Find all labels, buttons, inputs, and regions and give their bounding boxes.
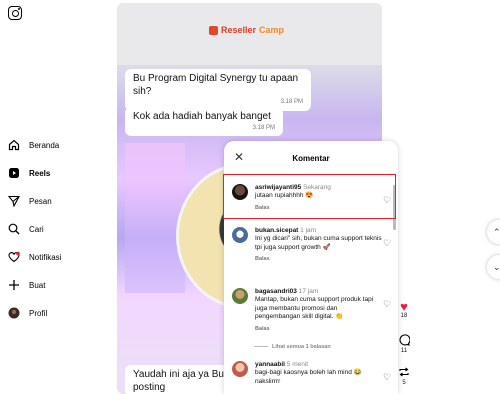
- like-count: 18: [400, 313, 408, 319]
- sidebar-item-buat[interactable]: Buat: [8, 276, 45, 294]
- sidebar-item-cari[interactable]: Cari: [8, 220, 44, 238]
- send-icon: [8, 195, 20, 207]
- brand-name-b: Camp: [259, 25, 285, 35]
- comment-count: 11: [400, 348, 408, 354]
- comment-time: 17 jam: [298, 288, 319, 295]
- comment-text: bagi-bagi kaosnya boleh lah mind 😂 naksl…: [255, 369, 362, 385]
- instagram-logo-icon[interactable]: [8, 6, 22, 20]
- comment-like-icon[interactable]: ♡: [383, 373, 392, 382]
- commenter-avatar[interactable]: [232, 288, 248, 304]
- video-background-glow: [125, 143, 185, 293]
- comment-icon: [396, 334, 412, 348]
- avatar-icon: [8, 307, 20, 319]
- view-replies-link[interactable]: Lihat semua 1 balasan: [254, 344, 331, 350]
- sidebar-item-reels[interactable]: Reels: [8, 164, 50, 182]
- comment-button[interactable]: 11: [396, 334, 412, 354]
- comment-time: 1 jam: [300, 227, 317, 234]
- home-icon: [8, 139, 20, 151]
- comment-item: yannaabil 5 menit bagi-bagi kaosnya bole…: [232, 361, 391, 386]
- comment-item: bagasandri03 17 jam Mantap, bukan cuma s…: [232, 288, 391, 333]
- reply-button[interactable]: Balas: [255, 326, 382, 333]
- previous-reel-arrow-icon[interactable]: ⌃: [487, 220, 500, 244]
- search-icon: [8, 223, 20, 235]
- share-button[interactable]: 5: [396, 366, 412, 386]
- sidebar-item-notifikasi[interactable]: Notifikasi: [8, 248, 61, 266]
- commenter-avatar[interactable]: [232, 361, 248, 377]
- left-sidebar: Beranda Reels Pesan Cari Notifikasi Buat: [0, 0, 110, 394]
- reply-button[interactable]: Balas: [255, 256, 382, 263]
- chat-bubble-text: Yaudah ini aja ya Bu posting: [133, 369, 224, 393]
- chat-bubble-time: 3.18 PM: [280, 99, 303, 105]
- comment-username[interactable]: yannaabil: [255, 361, 285, 368]
- sidebar-item-label: Buat: [29, 280, 46, 290]
- brand-logo: Reseller Camp: [209, 25, 284, 35]
- comment-username[interactable]: bagasandri03: [255, 288, 297, 295]
- heart-icon: [8, 251, 20, 263]
- like-button[interactable]: ♥ 18: [396, 300, 412, 319]
- chat-bubble-text: Bu Program Digital Synergy tu apaan sih?: [133, 73, 299, 97]
- sidebar-item-label: Pesan: [29, 196, 52, 206]
- repost-icon: [396, 366, 412, 380]
- comment-item: bukan.sicepat 1 jam Ini yg dicari" sih, …: [232, 227, 391, 263]
- reels-icon: [8, 167, 20, 179]
- sidebar-item-label: Beranda: [29, 140, 60, 150]
- comments-header: ✕ Komentar: [224, 141, 398, 175]
- comment-text: Ini yg dicari" sih, bukan cuma support t…: [255, 235, 382, 251]
- sidebar-item-label: Reels: [29, 168, 51, 178]
- comment-like-icon[interactable]: ♡: [383, 239, 392, 248]
- comment-like-icon[interactable]: ♡: [383, 300, 392, 309]
- highlight-box: [223, 174, 396, 219]
- sidebar-item-pesan[interactable]: Pesan: [8, 192, 52, 210]
- sidebar-item-label: Profil: [29, 308, 48, 318]
- chat-bubble: Yaudah ini aja ya Bu posting: [125, 365, 235, 394]
- chat-bubble: Kok ada hadiah banyak banget 3.18 PM: [125, 107, 283, 136]
- comments-title: Komentar: [292, 153, 330, 163]
- share-count: 5: [402, 380, 406, 386]
- brand-name-a: Reseller: [221, 25, 257, 35]
- sidebar-item-label: Cari: [29, 224, 44, 234]
- sidebar-item-label: Notifikasi: [29, 252, 62, 262]
- commenter-avatar[interactable]: [232, 227, 248, 243]
- chat-bubble-text: Kok ada hadiah banyak banget: [133, 111, 271, 122]
- shopping-bag-icon: [209, 25, 218, 35]
- comment-text: Mantap, bukan cuma support produk tapi j…: [255, 296, 374, 321]
- next-reel-arrow-icon[interactable]: ⌄: [487, 255, 500, 279]
- comment-username[interactable]: bukan.sicepat: [255, 227, 298, 234]
- plus-icon: [8, 279, 20, 291]
- chat-bubble: Bu Program Digital Synergy tu apaan sih?…: [125, 69, 311, 111]
- sidebar-item-profil[interactable]: Profil: [8, 304, 47, 322]
- heart-filled-icon: ♥: [400, 299, 408, 314]
- close-icon[interactable]: ✕: [234, 151, 246, 163]
- chat-bubble-time: 3.18 PM: [252, 124, 275, 131]
- sidebar-item-beranda[interactable]: Beranda: [8, 136, 59, 154]
- comment-time: 5 menit: [286, 361, 309, 368]
